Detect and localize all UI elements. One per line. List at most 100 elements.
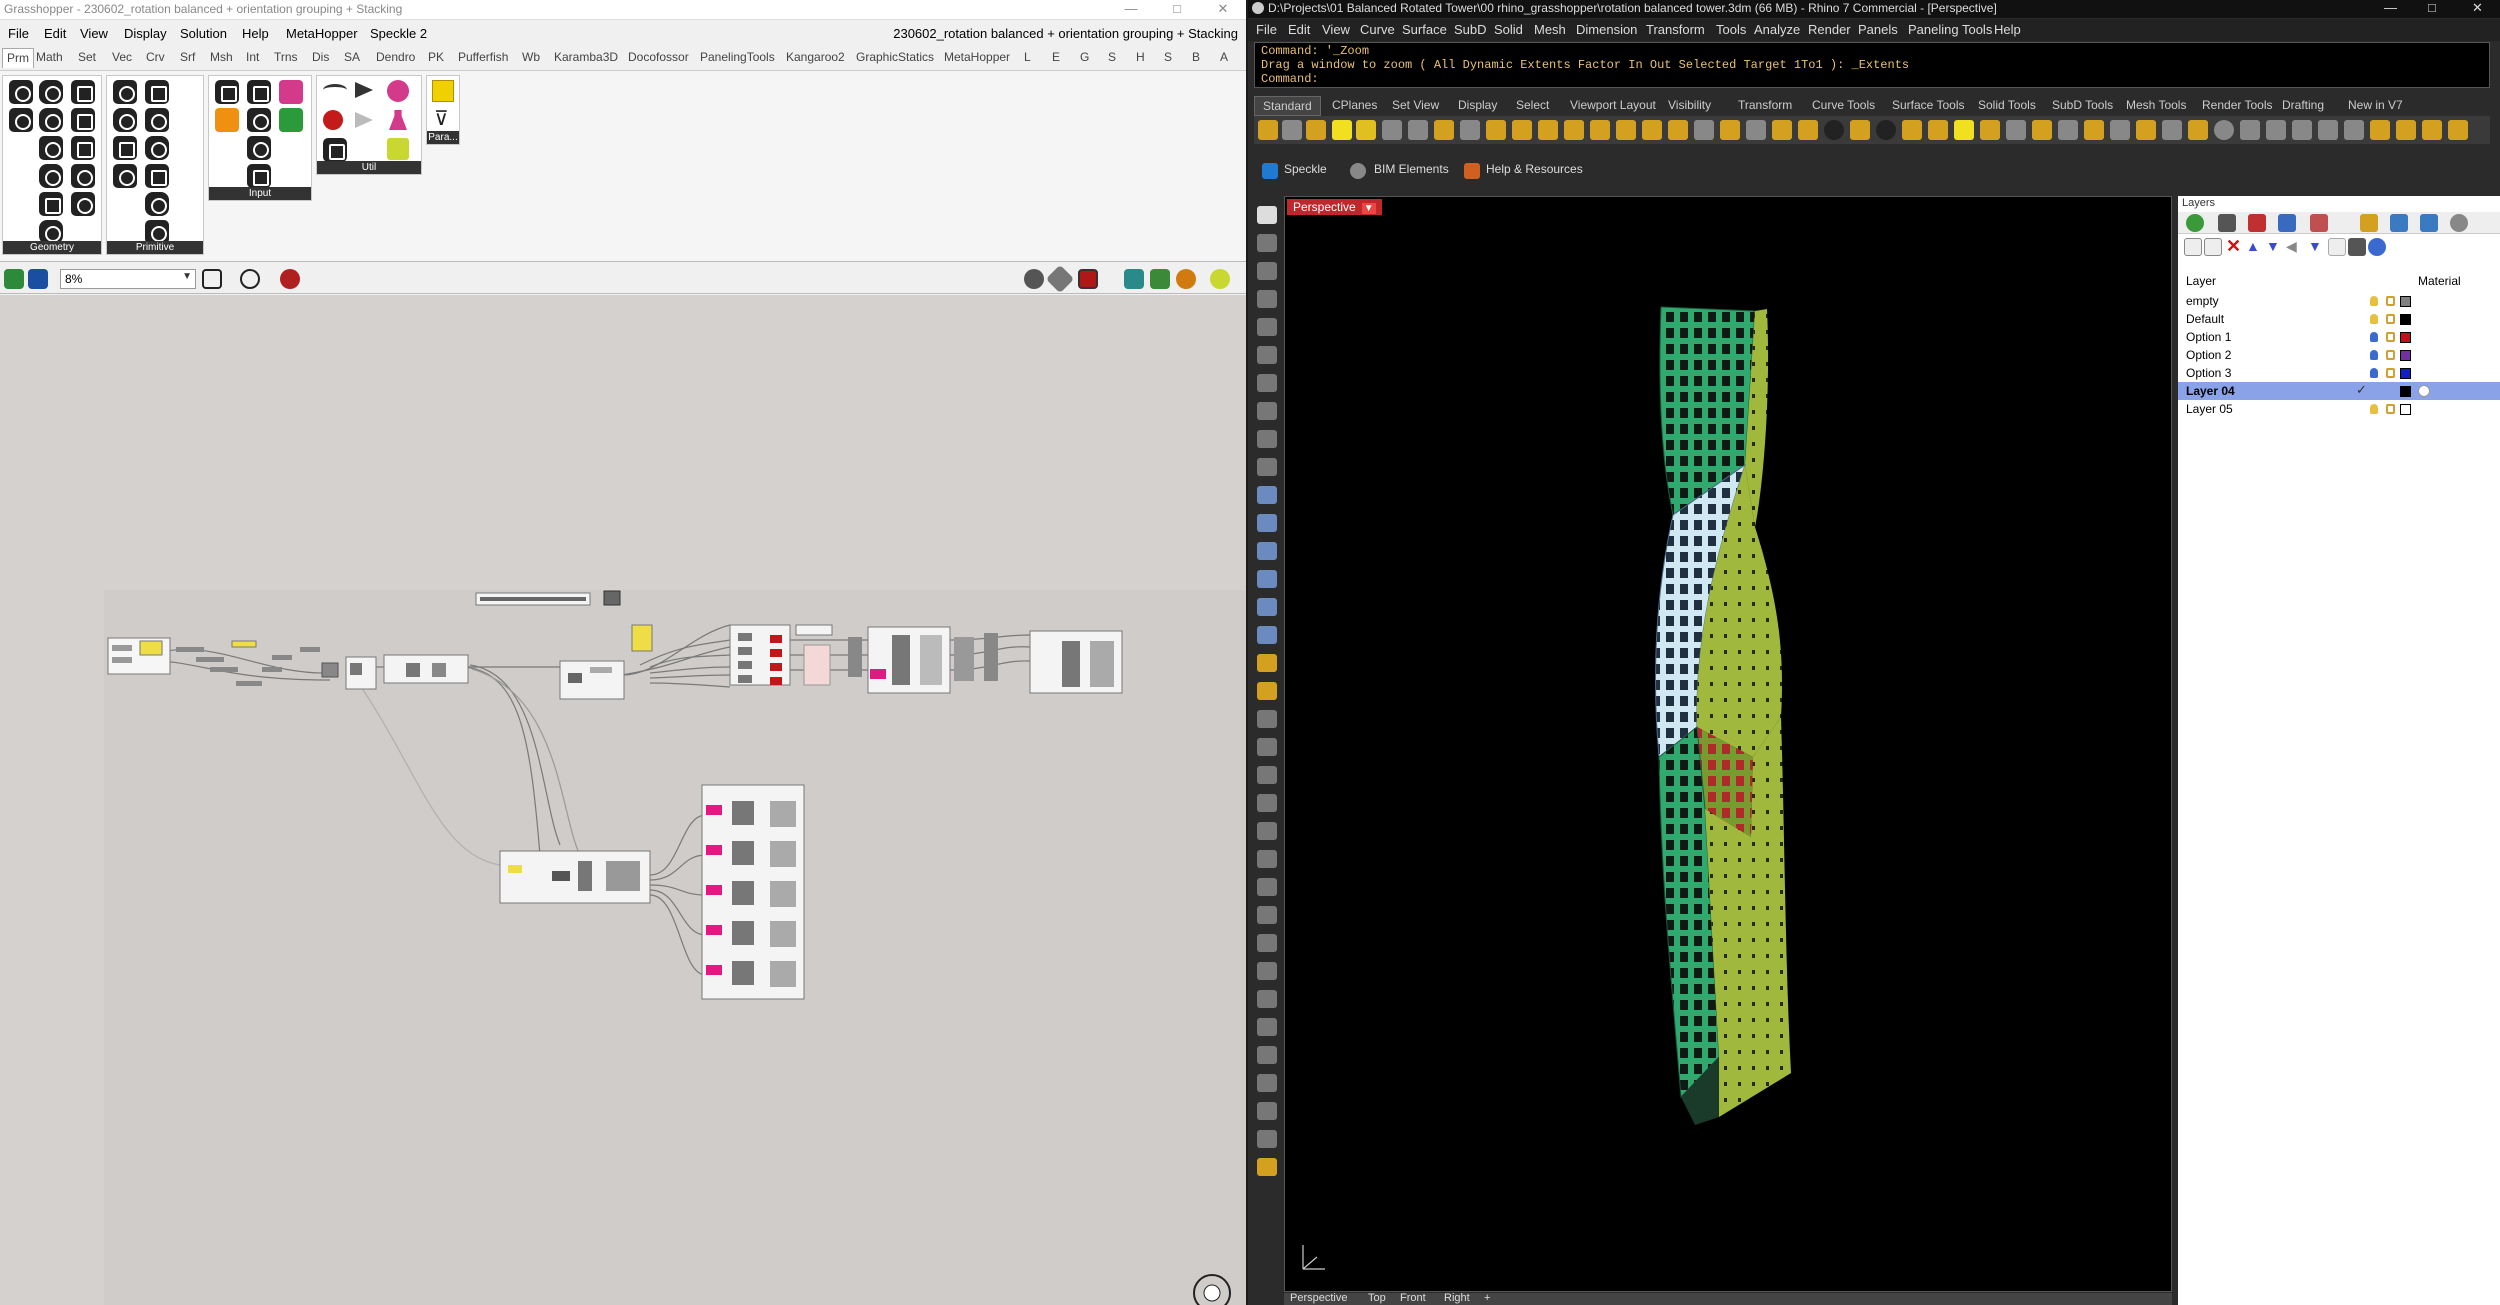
tab-prm[interactable]: Prm [2, 48, 34, 68]
layer-color-swatch[interactable] [2400, 368, 2411, 379]
tab-render-tools[interactable]: Render Tools [2202, 98, 2273, 112]
select-icon[interactable] [1257, 206, 1277, 224]
sweep-icon[interactable] [2318, 120, 2338, 140]
delete-layer-icon[interactable]: ✕ [2226, 236, 2241, 257]
menu-dimension[interactable]: Dimension [1576, 22, 1637, 37]
field-param-icon[interactable] [71, 136, 95, 160]
explode-icon[interactable] [1257, 906, 1277, 924]
command-area[interactable]: Command: '_Zoom Drag a window to zoom ( … [1254, 42, 2490, 88]
camera-icon[interactable] [1876, 120, 1896, 140]
tab-srf[interactable]: Srf [180, 50, 195, 64]
layer-row-option-1[interactable]: Option 1 [2178, 328, 2500, 346]
menu-speckle[interactable]: Speckle 2 [370, 26, 427, 41]
dimension-icon[interactable] [1257, 1018, 1277, 1036]
line-param-icon[interactable] [39, 108, 63, 132]
rendered-icon[interactable] [1798, 120, 1818, 140]
tab-select[interactable]: Select [1516, 98, 1549, 112]
plugin-help-resources[interactable]: Help & Resources [1486, 162, 1583, 176]
viewport-tab-top[interactable]: Top [1368, 1292, 1386, 1304]
extrude-icon[interactable] [2266, 120, 2286, 140]
layer-color-swatch[interactable] [2400, 314, 2411, 325]
tab-s[interactable]: S [1108, 50, 1116, 64]
tab-cplanes[interactable]: CPlanes [1332, 98, 1377, 112]
tab-h[interactable]: H [1136, 50, 1145, 64]
tab-standard[interactable]: Standard [1254, 96, 1321, 116]
subd-icon[interactable] [1257, 626, 1277, 644]
menu-subd[interactable]: SubD [1454, 22, 1487, 37]
check-icon[interactable] [1257, 1102, 1277, 1120]
grid-snap-icon[interactable] [2058, 120, 2078, 140]
osnap-icon[interactable] [2032, 120, 2052, 140]
tab-dis[interactable]: Dis [312, 50, 329, 64]
tab-set[interactable]: Set [78, 50, 96, 64]
tab-g[interactable]: G [1080, 50, 1089, 64]
lights-icon[interactable] [1850, 120, 1870, 140]
menu-display[interactable]: Display [124, 26, 167, 41]
lock-icon[interactable] [2386, 314, 2395, 324]
digit-scroller-icon[interactable] [247, 136, 271, 160]
tab-transform[interactable]: Transform [1738, 98, 1792, 112]
zoom-dropdown[interactable]: 8% ▼ [60, 269, 196, 289]
text-icon[interactable] [1257, 1046, 1277, 1064]
copy-icon[interactable] [1408, 120, 1428, 140]
layer-row-default[interactable]: Default [2178, 310, 2500, 328]
filter-layers-icon[interactable]: ▼ [2308, 238, 2322, 254]
rectangle-icon[interactable] [1257, 402, 1277, 420]
tab-pk[interactable]: PK [428, 50, 444, 64]
boolean-icon[interactable] [2370, 120, 2390, 140]
mirror-icon[interactable] [1257, 822, 1277, 840]
join-icon[interactable] [1257, 878, 1277, 896]
tab-metahopper[interactable]: MetaHopper [944, 50, 1010, 64]
tab-crv[interactable]: Crv [146, 50, 165, 64]
tab-math[interactable]: Math [36, 50, 63, 64]
tab-msh[interactable]: Msh [210, 50, 233, 64]
lock-icon[interactable] [2386, 296, 2395, 306]
light-bulb-icon[interactable] [2370, 296, 2378, 306]
tab-display[interactable]: Display [1458, 98, 1497, 112]
interval-param-icon[interactable] [145, 192, 169, 216]
planar-icon[interactable] [2110, 120, 2130, 140]
color-panel-icon[interactable] [2186, 214, 2204, 232]
grasshopper-canvas[interactable] [0, 295, 1246, 1305]
split-icon[interactable] [1257, 962, 1277, 980]
menu-mesh[interactable]: Mesh [1534, 22, 1566, 37]
group-icon[interactable] [1257, 990, 1277, 1008]
layer-icon[interactable] [1902, 120, 1922, 140]
new-layer-icon[interactable] [2184, 238, 2202, 256]
perspective-viewport[interactable]: Perspective ▼ [1284, 196, 2172, 1292]
menu-solution[interactable]: Solution [180, 26, 227, 41]
tab-solid-tools[interactable]: Solid Tools [1978, 98, 2036, 112]
node-graph[interactable] [0, 295, 1246, 1305]
menu-analyze[interactable]: Analyze [1754, 22, 1800, 37]
save-file-icon[interactable] [28, 269, 48, 289]
light-icon[interactable] [1257, 654, 1277, 672]
data-input-icon[interactable] [355, 112, 373, 128]
rotate-view-icon[interactable] [1538, 120, 1558, 140]
fillet-icon[interactable] [2396, 120, 2416, 140]
menu-render[interactable]: Render [1808, 22, 1851, 37]
box-param-icon[interactable] [71, 80, 95, 104]
layer-color-swatch[interactable] [2400, 386, 2411, 397]
cylinder-icon[interactable] [1257, 598, 1277, 616]
settings-gear-icon[interactable] [2450, 214, 2468, 232]
copy-tool-icon[interactable] [1257, 738, 1277, 756]
cut-icon[interactable] [1382, 120, 1402, 140]
light-bulb-icon[interactable] [2370, 404, 2378, 414]
box-icon[interactable] [2240, 120, 2260, 140]
light-bulb-icon[interactable] [2370, 350, 2378, 360]
plugin-bim-elements[interactable]: BIM Elements [1374, 162, 1449, 176]
mesh-param-icon[interactable] [39, 164, 63, 188]
render-icon[interactable] [1824, 120, 1844, 140]
plugin-speckle[interactable]: Speckle [1284, 162, 1327, 176]
solid-tool-icon[interactable] [1257, 514, 1277, 532]
tab-karamba3d[interactable]: Karamba3D [554, 50, 618, 64]
gradient-icon[interactable] [215, 108, 239, 132]
shaded-icon[interactable] [1772, 120, 1792, 140]
display-options-icon[interactable] [1210, 269, 1230, 289]
minimize-icon[interactable]: — [1108, 0, 1154, 20]
tab-wb[interactable]: Wb [522, 50, 540, 64]
vector-param-icon[interactable] [71, 192, 95, 216]
new-sublayer-icon[interactable] [2204, 238, 2222, 256]
zoom-window-icon[interactable] [1590, 120, 1610, 140]
grid-icon[interactable] [432, 80, 454, 102]
